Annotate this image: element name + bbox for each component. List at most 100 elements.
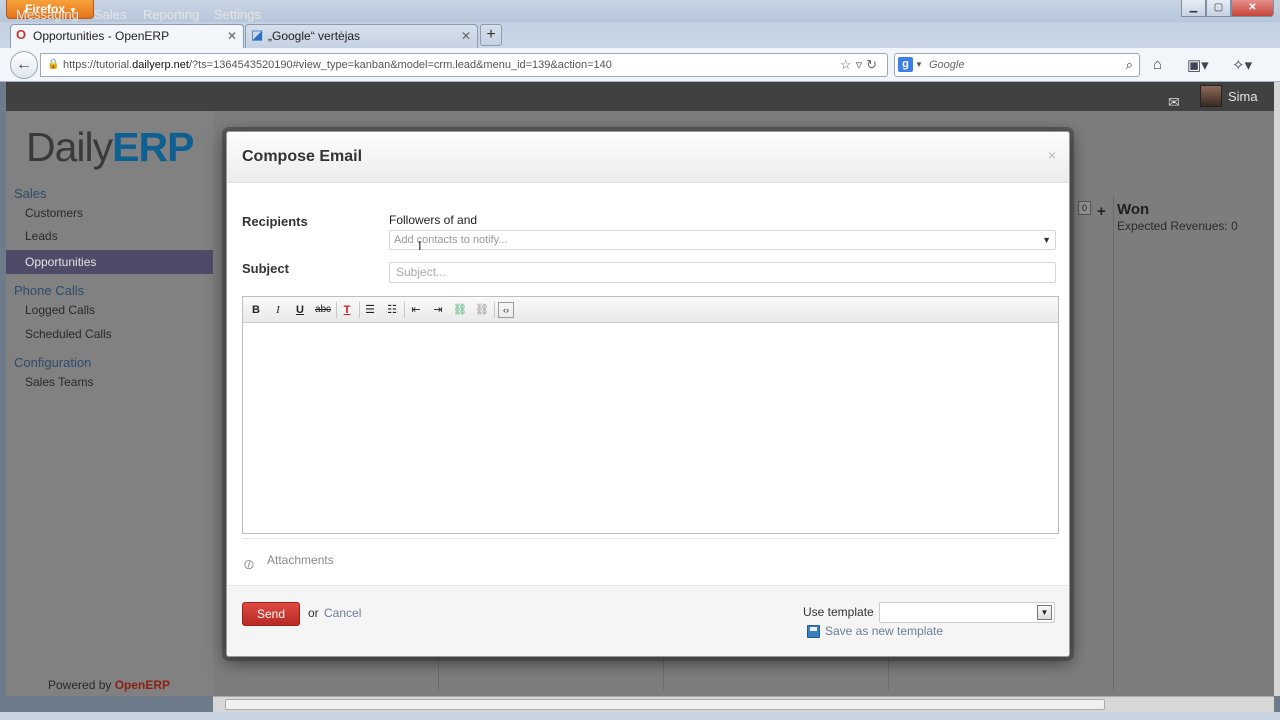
link-icon[interactable]: ⛓ (452, 302, 468, 318)
subject-label: Subject (242, 261, 289, 276)
contacts-placeholder: Add contacts to notify... (394, 234, 508, 246)
chevron-down-icon[interactable]: ▼ (1037, 605, 1052, 620)
dialog-title: Compose Email (242, 148, 363, 165)
openerp-favicon-icon: O (16, 27, 27, 42)
powered-by-brand[interactable]: OpenERP (115, 678, 170, 692)
lock-icon: 🔒 (47, 59, 60, 70)
subject-input[interactable]: Subject... (389, 262, 1056, 283)
save-as-template-link[interactable]: Save as new template (825, 624, 943, 638)
translate-favicon-icon: ◪ (251, 27, 264, 42)
vertical-scrollbar[interactable] (1274, 82, 1280, 696)
followers-text: Followers of and (389, 213, 478, 227)
use-template-label: Use template (803, 605, 874, 619)
numbered-list-icon[interactable]: ☷ (384, 302, 400, 318)
home-icon[interactable]: ⌂ (1153, 56, 1162, 73)
sidebar-item-sales-teams[interactable]: Sales Teams (25, 375, 93, 389)
tab-title: „Google“ vertėjas (268, 29, 361, 43)
reload-icon[interactable]: ↻ (866, 57, 881, 72)
chevron-down-icon: ▼ (915, 60, 923, 69)
indent-icon[interactable]: ⇥ (430, 302, 446, 318)
attachments-link[interactable]: Attachments (267, 553, 334, 567)
url-prefix: https://tutorial. (63, 59, 133, 71)
maximize-icon[interactable]: ▢ (1206, 0, 1231, 17)
browser-status-bar (0, 712, 1280, 720)
won-count-badge: 0 (1078, 201, 1091, 215)
addon-icon[interactable]: ✧▾ (1232, 56, 1252, 74)
search-placeholder: Google (929, 59, 965, 71)
unlink-icon[interactable]: ⛓ (474, 302, 490, 318)
italic-button[interactable]: I (270, 302, 286, 318)
sidebar-section-phone-calls: Phone Calls (14, 283, 85, 298)
sidebar-section-sales: Sales (14, 186, 47, 201)
kanban-column-divider (1113, 195, 1114, 690)
close-icon[interactable]: × (1048, 147, 1056, 163)
toolbar-separator (359, 302, 360, 318)
sidebar: DailyERP Sales Customers Leads Opportuni… (6, 111, 213, 696)
close-window-icon[interactable]: ✕ (1231, 0, 1274, 17)
toolbar-separator (404, 302, 405, 318)
bookmarks-icon[interactable]: ▣▾ (1187, 56, 1209, 74)
chevron-down-icon[interactable]: ▿ (856, 57, 867, 72)
user-name[interactable]: Sima (1228, 82, 1258, 111)
editor-body[interactable] (243, 323, 1058, 533)
chevron-down-icon[interactable]: ▼ (1042, 231, 1051, 249)
new-tab-button[interactable]: + (480, 24, 502, 46)
kanban-column-won-title: Won (1117, 201, 1150, 218)
url-bar[interactable]: 🔒 https://tutorial.dailyerp.net/?ts=1364… (40, 53, 888, 77)
menu-messaging[interactable]: Messaging (16, 0, 79, 29)
strikethrough-button[interactable]: abc (314, 302, 332, 318)
toolbar-separator (336, 302, 337, 318)
sidebar-item-leads[interactable]: Leads (25, 229, 58, 243)
search-icon[interactable]: ⌕ (1126, 54, 1133, 76)
logo: DailyERP (26, 124, 194, 170)
sidebar-item-logged-calls[interactable]: Logged Calls (25, 303, 95, 317)
source-code-icon[interactable]: ‹› (498, 302, 514, 318)
navigation-bar: ← 🔒 https://tutorial.dailyerp.net/?ts=13… (0, 48, 1280, 82)
app-top-menu (6, 82, 1274, 111)
menu-reporting[interactable]: Reporting (143, 0, 199, 29)
tab-google-translate[interactable]: ◪ „Google“ vertėjas ✕ (245, 24, 478, 48)
template-select[interactable]: ▼ (879, 602, 1055, 623)
bullet-list-icon[interactable]: ☰ (362, 302, 378, 318)
bookmark-star-icon[interactable]: ☆ (840, 57, 856, 72)
dialog-header: Compose Email × (227, 132, 1069, 183)
url-domain: dailyerp.net (132, 59, 189, 71)
bold-button[interactable]: B (248, 302, 264, 318)
send-button[interactable]: Send (242, 602, 300, 626)
scrollbar-thumb[interactable] (225, 699, 1105, 710)
sidebar-section-configuration: Configuration (14, 355, 92, 370)
logo-daily: Daily (26, 124, 113, 170)
dialog-footer: Send or Cancel Use template ▼ Save as ne… (227, 585, 1069, 656)
back-button[interactable]: ← (10, 51, 38, 79)
sidebar-item-scheduled-calls[interactable]: Scheduled Calls (25, 327, 112, 341)
add-plus-icon[interactable]: + (1097, 204, 1106, 219)
menu-settings[interactable]: Settings (214, 0, 261, 29)
divider (242, 538, 1057, 539)
close-tab-icon[interactable]: ✕ (461, 25, 471, 47)
paperclip-icon[interactable]: ⊘ (240, 554, 259, 575)
clear-format-icon[interactable]: T (339, 302, 355, 318)
recipients-label: Recipients (242, 214, 308, 229)
compose-email-dialog: Compose Email × Recipients Followers of … (226, 131, 1070, 657)
text-cursor-icon: I (418, 238, 422, 253)
outdent-icon[interactable]: ⇤ (408, 302, 424, 318)
or-text: or (308, 606, 319, 620)
cancel-button[interactable]: Cancel (324, 606, 361, 620)
mail-icon[interactable]: ✉ (1168, 94, 1180, 111)
contacts-input[interactable]: Add contacts to notify... ▼ (389, 230, 1056, 250)
url-actions: ☆▿↻ (840, 54, 881, 76)
avatar[interactable] (1200, 85, 1222, 107)
powered-by-text: Powered by (48, 678, 112, 692)
editor-toolbar: B I U abc T ☰ ☷ ⇤ ⇥ ⛓ ⛓ ‹› (243, 297, 1058, 323)
sidebar-item-customers[interactable]: Customers (25, 206, 83, 220)
menu-sales[interactable]: Sales (94, 0, 127, 29)
underline-button[interactable]: U (292, 302, 308, 318)
google-icon[interactable]: g (898, 57, 913, 72)
horizontal-scrollbar[interactable] (213, 696, 1274, 712)
sidebar-item-opportunities[interactable]: Opportunities (6, 250, 213, 274)
url-rest: /?ts=1364543520190#view_type=kanban&mode… (188, 59, 612, 71)
minimize-icon[interactable]: ▁ (1181, 0, 1206, 17)
floppy-disk-icon (807, 625, 820, 638)
search-input[interactable]: g ▼ Google ⌕ (894, 53, 1140, 77)
window-controls: ▁ ▢ ✕ (1181, 0, 1274, 17)
